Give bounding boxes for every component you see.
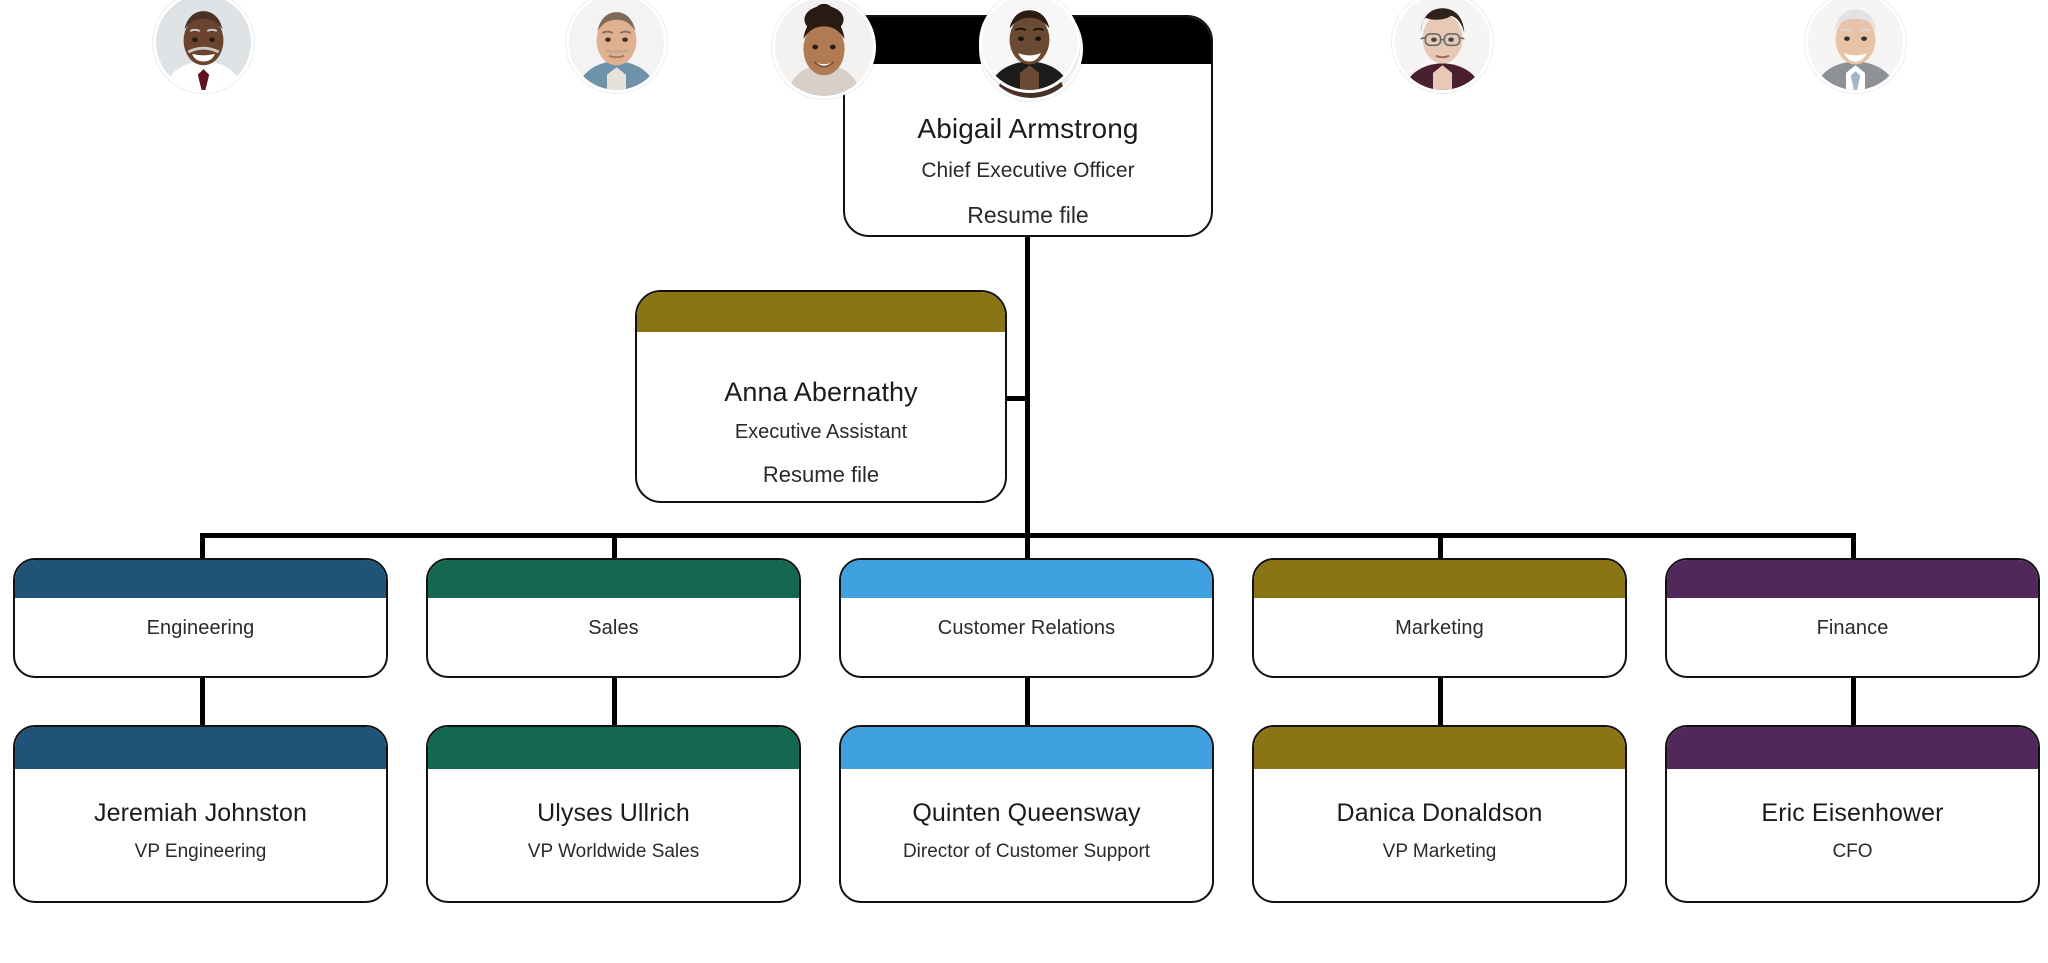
person-title: VP Marketing	[1382, 841, 1497, 862]
card-color-band-person	[428, 727, 799, 769]
card-body-ceo: Abigail Armstrong Chief Executive Office…	[845, 113, 1211, 229]
card-body-person: Eric Eisenhower CFO	[1667, 799, 2038, 863]
person-name: Anna Abernathy	[724, 377, 918, 407]
org-card-person[interactable]: Danica Donaldson VP Marketing	[1252, 725, 1627, 903]
department-label: Finance	[1816, 617, 1889, 639]
org-card-department[interactable]: Finance	[1665, 558, 2040, 678]
card-color-band-department	[1254, 560, 1625, 598]
org-card-person[interactable]: Quinten Queensway Director of Customer S…	[839, 725, 1214, 903]
department-label: Sales	[588, 617, 639, 639]
person-title: Chief Executive Officer	[921, 159, 1135, 182]
resume-link[interactable]: Resume file	[637, 462, 1005, 488]
org-card-department[interactable]: Sales	[426, 558, 801, 678]
org-card-person[interactable]: Jeremiah Johnston VP Engineering	[13, 725, 388, 903]
card-body-department: Customer Relations	[841, 617, 1212, 640]
person-title: VP Worldwide Sales	[527, 841, 700, 862]
org-card-department[interactable]: Marketing	[1252, 558, 1627, 678]
connector-ceo-trunk	[1025, 237, 1030, 533]
org-card-department[interactable]: Customer Relations	[839, 558, 1214, 678]
card-color-band-person	[15, 727, 386, 769]
department-label: Customer Relations	[937, 617, 1116, 639]
card-body-person: Ulyses Ullrich VP Worldwide Sales	[428, 799, 799, 863]
card-body-department: Sales	[428, 617, 799, 640]
avatar-eric-eisenhower	[1805, 0, 1906, 93]
card-body-department: Finance	[1667, 617, 2038, 640]
card-color-band-department	[15, 560, 386, 598]
connector-marketing-to-person	[1438, 675, 1443, 730]
person-name: Danica Donaldson	[1336, 799, 1543, 827]
org-card-person[interactable]: Ulyses Ullrich VP Worldwide Sales	[426, 725, 801, 903]
department-label: Marketing	[1395, 617, 1484, 639]
person-title: Director of Customer Support	[902, 841, 1151, 862]
card-color-band-department	[428, 560, 799, 598]
org-card-department[interactable]: Engineering	[13, 558, 388, 678]
card-body-department: Engineering	[15, 617, 386, 640]
card-color-band-assistant	[637, 292, 1005, 332]
card-body-department: Marketing	[1254, 617, 1625, 640]
card-body-assistant: Anna Abernathy Executive Assistant Resum…	[637, 377, 1005, 488]
person-name: Eric Eisenhower	[1761, 799, 1944, 827]
card-body-person: Jeremiah Johnston VP Engineering	[15, 799, 386, 863]
card-color-band-person	[841, 727, 1212, 769]
card-color-band-person	[1254, 727, 1625, 769]
card-color-band-department	[1667, 560, 2038, 598]
department-label: Engineering	[146, 617, 255, 639]
org-chart-canvas: Abigail Armstrong Chief Executive Office…	[0, 0, 2048, 963]
person-name: Jeremiah Johnston	[94, 799, 307, 827]
org-card-person[interactable]: Eric Eisenhower CFO	[1665, 725, 2040, 903]
card-color-band-person	[1667, 727, 2038, 769]
card-body-person: Danica Donaldson VP Marketing	[1254, 799, 1625, 863]
connector-sales-to-person	[612, 675, 617, 730]
person-name: Quinten Queensway	[912, 799, 1141, 827]
connector-assistant-stub	[1005, 396, 1027, 401]
card-color-band-department	[841, 560, 1212, 598]
person-name: Ulyses Ullrich	[537, 799, 690, 827]
connector-finance-to-person	[1851, 675, 1856, 730]
avatar-danica-donaldson	[1392, 0, 1493, 93]
card-body-person: Quinten Queensway Director of Customer S…	[841, 799, 1212, 863]
person-title: VP Engineering	[134, 841, 267, 862]
person-name: Abigail Armstrong	[917, 113, 1139, 144]
org-card-executive-assistant[interactable]: Anna Abernathy Executive Assistant Resum…	[635, 290, 1007, 503]
person-title: CFO	[1832, 841, 1873, 862]
person-title: Executive Assistant	[734, 421, 908, 443]
resume-link[interactable]: Resume file	[845, 202, 1211, 229]
avatar-anna-abernathy	[772, 0, 876, 99]
avatar-ulyses-ullrich	[566, 0, 667, 93]
connector-engineering-to-person	[200, 675, 205, 730]
connector-customer-relations-to-person	[1025, 675, 1030, 730]
avatar-jeremiah-johnston	[153, 0, 254, 93]
